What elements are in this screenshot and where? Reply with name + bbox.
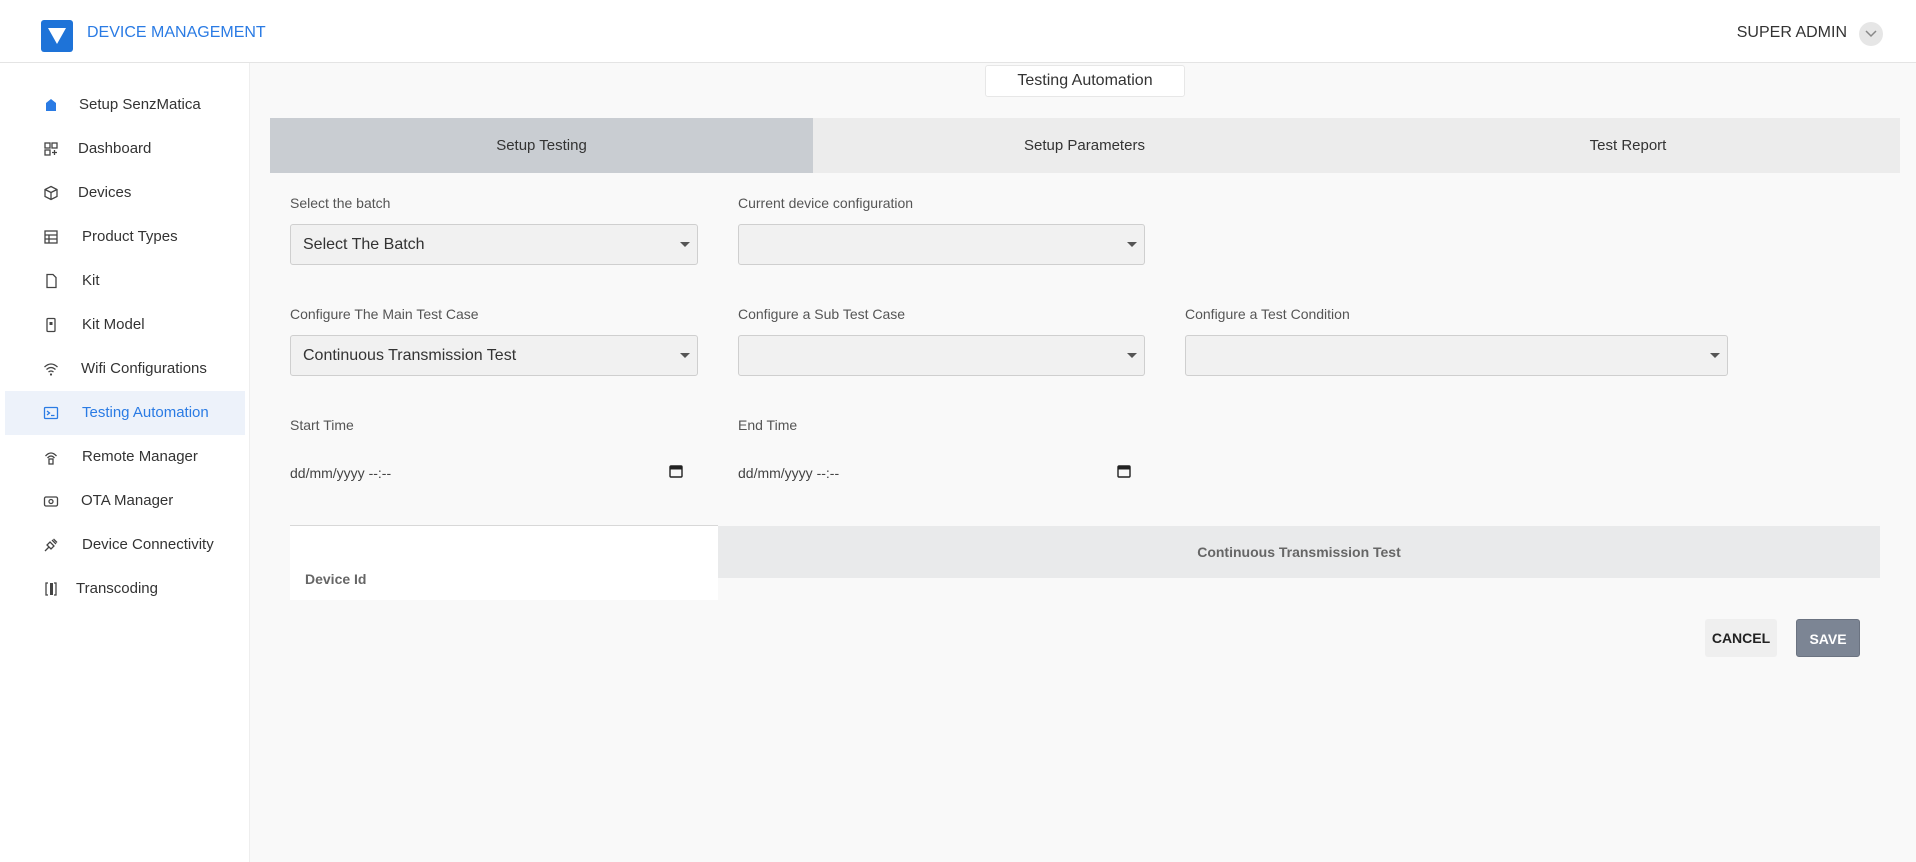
sidebar-item-kit-model[interactable]: Kit Model	[5, 303, 245, 347]
package-icon	[46, 99, 56, 111]
sidebar-item-product-types[interactable]: Product Types	[5, 215, 245, 259]
cube-icon	[44, 185, 58, 201]
wifi-icon	[44, 363, 58, 376]
device-id-column-header: Device Id	[290, 525, 718, 600]
calendar-icon[interactable]	[669, 464, 683, 478]
kit-icon	[46, 273, 57, 289]
sidebar-item-ota-manager[interactable]: OTA Manager	[5, 479, 245, 523]
sidebar-item-label: Dashboard	[78, 140, 152, 157]
end-time-placeholder: dd/mm/yyyy --:--	[738, 465, 840, 481]
sidebar-item-dashboard[interactable]: Dashboard	[5, 127, 245, 171]
sidebar-item-testing-automation[interactable]: Testing Automation	[5, 391, 245, 435]
device-config-label: Current device configuration	[738, 195, 914, 211]
cancel-button[interactable]: CANCEL	[1705, 619, 1777, 657]
sidebar-item-label: Devices	[78, 184, 132, 201]
sidebar-item-label: Remote Manager	[82, 448, 198, 465]
start-time-placeholder: dd/mm/yyyy --:--	[290, 465, 392, 481]
sidebar-item-remote-manager[interactable]: Remote Manager	[5, 435, 245, 479]
calendar-icon[interactable]	[1117, 464, 1131, 478]
batch-select[interactable]: Select The Batch	[290, 224, 698, 265]
end-time-label: End Time	[738, 417, 798, 433]
ota-icon	[43, 496, 59, 507]
start-time-input[interactable]: dd/mm/yyyy --:--	[290, 458, 683, 488]
batch-select-value: Select The Batch	[303, 236, 425, 253]
kit-model-icon	[46, 317, 56, 333]
sidebar-item-label: Device Connectivity	[82, 536, 214, 553]
batch-label: Select the batch	[290, 195, 391, 211]
sidebar-item-label: OTA Manager	[81, 492, 174, 509]
main-test-case-select[interactable]: Continuous Transmission Test	[290, 335, 698, 376]
sidebar: Setup SenzMatica Dashboard Devices Produ…	[0, 63, 250, 862]
sidebar-item-label: Product Types	[82, 228, 178, 245]
sidebar-item-label: Kit Model	[82, 316, 145, 333]
sidebar-item-device-connectivity[interactable]: Device Connectivity	[5, 523, 245, 567]
tab-setup-parameters[interactable]: Setup Parameters	[813, 118, 1356, 173]
sidebar-item-label: Wifi Configurations	[81, 360, 207, 377]
device-config-select[interactable]	[738, 224, 1145, 265]
remote-icon	[45, 452, 57, 465]
chevron-down-icon	[1865, 30, 1877, 38]
test-condition-select[interactable]	[1185, 335, 1728, 376]
product-types-icon	[44, 230, 58, 244]
sidebar-item-label: Transcoding	[76, 580, 158, 597]
tab-bar: Setup Testing Setup Parameters Test Repo…	[270, 118, 1900, 173]
device-id-header-label: Device Id	[305, 571, 367, 587]
main-test-case-label: Configure The Main Test Case	[290, 306, 479, 322]
user-name[interactable]: SUPER ADMIN	[1737, 24, 1847, 42]
dashboard-icon	[44, 142, 58, 156]
end-time-input[interactable]: dd/mm/yyyy --:--	[738, 458, 1131, 488]
user-menu-button[interactable]	[1859, 22, 1883, 46]
sub-test-case-select[interactable]	[738, 335, 1145, 376]
dropdown-arrow-icon	[680, 242, 690, 247]
sidebar-item-transcoding[interactable]: Transcoding	[5, 567, 245, 611]
sidebar-item-label: Testing Automation	[82, 404, 209, 421]
tab-setup-testing[interactable]: Setup Testing	[270, 118, 813, 173]
sub-test-case-label: Configure a Sub Test Case	[738, 306, 906, 322]
dropdown-arrow-icon	[1127, 242, 1137, 247]
dropdown-arrow-icon	[1710, 353, 1720, 358]
dropdown-arrow-icon	[680, 353, 690, 358]
plug-icon	[44, 538, 58, 552]
top-header: DEVICE MANAGEMENT SUPER ADMIN	[0, 0, 1916, 63]
logo-triangle-icon	[48, 28, 66, 44]
dropdown-arrow-icon	[1127, 353, 1137, 358]
sidebar-item-label: Setup SenzMatica	[79, 96, 201, 113]
sidebar-item-kit[interactable]: Kit	[5, 259, 245, 303]
test-condition-label: Configure a Test Condition	[1185, 306, 1350, 322]
start-time-label: Start Time	[290, 417, 354, 433]
page-title: Testing Automation	[985, 65, 1185, 97]
brand-title: DEVICE MANAGEMENT	[87, 24, 266, 41]
terminal-icon	[43, 406, 59, 420]
test-column-header: Continuous Transmission Test	[718, 526, 1880, 578]
sidebar-item-setup-senzmatica[interactable]: Setup SenzMatica	[5, 83, 245, 127]
main-test-case-select-value: Continuous Transmission Test	[303, 347, 517, 364]
tab-test-report[interactable]: Test Report	[1356, 118, 1900, 173]
save-button[interactable]: SAVE	[1796, 619, 1860, 657]
sidebar-item-label: Kit	[82, 272, 100, 289]
sidebar-item-wifi-configurations[interactable]: Wifi Configurations	[5, 347, 245, 391]
logo[interactable]	[41, 20, 73, 52]
transcoding-icon	[45, 582, 57, 596]
sidebar-item-devices[interactable]: Devices	[5, 171, 245, 215]
